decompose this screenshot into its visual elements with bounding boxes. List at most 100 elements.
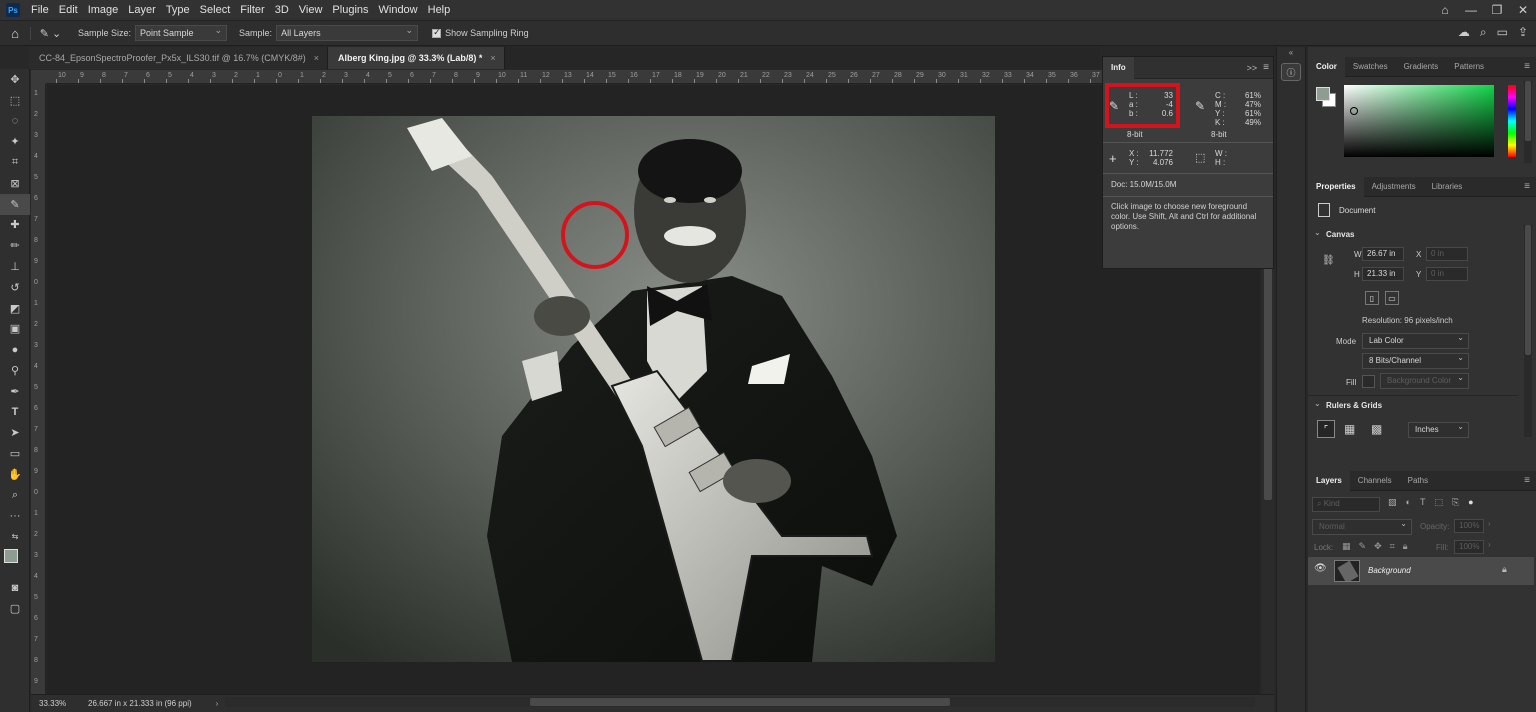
fill-dropdown[interactable]: Background Color [1380,371,1469,389]
tab-libraries[interactable]: Libraries [1424,177,1471,197]
collapse-arrows-icon[interactable]: « [1277,48,1305,57]
lasso-tool-icon[interactable]: ◌ [0,111,30,132]
portrait-orientation-icon[interactable]: ▯ [1365,291,1379,305]
menu-edit[interactable]: Edit [54,0,83,20]
type-filter-icon[interactable]: T [1420,497,1426,508]
canvas-height-field[interactable]: 21.33 in [1362,267,1404,281]
hue-slider[interactable] [1508,85,1516,157]
show-sampling-ring-checkbox[interactable] [432,27,442,38]
lock-image-icon[interactable]: ✎ [1359,541,1367,552]
info-panel-icon[interactable]: ⓘ [1281,63,1301,81]
swap-colors-icon[interactable]: ⇆ [0,527,30,548]
zoom-tool-icon[interactable]: ⌕ [0,485,30,506]
color-swatches[interactable] [0,547,29,577]
menu-select[interactable]: Select [195,0,236,20]
healing-brush-tool-icon[interactable]: ✚ [0,215,30,236]
menu-view[interactable]: View [294,0,328,20]
cloud-icon[interactable]: ☁ [1458,25,1470,40]
fill-chevron-icon[interactable]: › [1488,540,1491,549]
tab-alberg-king[interactable]: Alberg King.jpg @ 33.3% (Lab/8) * × [328,47,505,69]
rulers-chevron-icon[interactable]: ⌄ [1314,399,1321,408]
hand-tool-icon[interactable]: ✋ [0,464,30,485]
horizontal-scrollbar-thumb[interactable] [530,698,950,706]
eraser-tool-icon[interactable]: ◩ [0,298,30,319]
link-dimensions-icon[interactable]: ⛓ [1322,255,1335,266]
ruler-icon[interactable]: ⌜ [1317,420,1335,438]
menu-3d[interactable]: 3D [270,0,294,20]
color-picker-cursor[interactable] [1350,107,1358,115]
more-tools-icon[interactable]: ··· [0,506,30,527]
frame-tool-icon[interactable]: ⊠ [0,173,30,194]
ruler-units-dropdown[interactable]: Inches [1408,420,1469,438]
canvas-y-field[interactable]: 0 in [1426,267,1468,281]
sample-select[interactable]: All Layers [276,23,419,41]
magic-wand-tool-icon[interactable]: ✦ [0,131,30,152]
minimize-icon[interactable]: — [1458,3,1484,17]
lock-artboard-icon[interactable]: ⌗ [1390,541,1395,552]
menu-type[interactable]: Type [161,0,195,20]
close-tab-icon[interactable]: × [314,47,319,69]
vertical-scrollbar-thumb[interactable] [1264,230,1272,500]
home-icon[interactable]: ⌂ [0,26,30,41]
pixel-grid-icon[interactable]: ▩ [1371,422,1382,436]
smart-object-filter-icon[interactable]: ⎘ [1452,497,1459,508]
marquee-tool-icon[interactable]: ⬚ [0,90,30,111]
brush-tool-icon[interactable]: ✏ [0,235,30,256]
dodge-tool-icon[interactable]: ⚲ [0,360,30,381]
adjustment-filter-icon[interactable]: ◐ [1406,497,1411,508]
lock-position-icon[interactable]: ✥ [1374,541,1382,552]
properties-scrollbar[interactable] [1524,225,1532,437]
document-image[interactable] [312,116,995,662]
menu-help[interactable]: Help [423,0,456,20]
tab-gradients[interactable]: Gradients [1396,57,1447,77]
panel-expand-icon[interactable]: >> [1247,63,1258,73]
tab-paths[interactable]: Paths [1400,471,1436,491]
tab-adjustments[interactable]: Adjustments [1364,177,1424,197]
learn-icon[interactable]: ⌂ [1432,3,1458,17]
gradient-tool-icon[interactable]: ▣ [0,319,30,340]
document-size-info[interactable]: 26.667 in x 21.333 in (96 ppi) [88,699,192,708]
close-icon[interactable]: ✕ [1510,3,1536,17]
tab-channels[interactable]: Channels [1350,471,1400,491]
shape-filter-icon[interactable]: ⬚ [1434,497,1443,508]
quick-mask-icon[interactable]: ◙ [0,577,30,598]
eyedropper-preset-icon[interactable]: ✎ ⌄ [30,26,70,40]
menu-file[interactable]: File [26,0,54,20]
lock-transparent-icon[interactable]: ▦ [1342,541,1351,552]
tab-patterns[interactable]: Patterns [1446,57,1492,77]
canvas-x-field[interactable]: 0 in [1426,247,1468,261]
path-selection-tool-icon[interactable]: ➤ [0,423,30,444]
ruler-origin[interactable] [31,70,46,84]
menu-layer[interactable]: Layer [123,0,161,20]
tab-info[interactable]: Info [1103,56,1134,79]
pen-tool-icon[interactable]: ✒ [0,381,30,402]
share-icon[interactable]: ⇪ [1518,25,1528,40]
opacity-field[interactable]: 100% [1454,519,1484,533]
eyedropper-tool-icon[interactable]: ✎ [0,193,30,215]
layer-row-background[interactable]: 👁︎ Background 🔒︎ [1308,557,1534,585]
search-icon[interactable]: ⌕ [1480,25,1487,40]
color-fg-swatch[interactable] [1316,87,1330,101]
tab-cc84-document[interactable]: CC-84_EpsonSpectroProofer_Px5x_ILS30.tif… [29,47,329,69]
pixel-filter-icon[interactable]: ▨ [1388,497,1397,508]
landscape-orientation-icon[interactable]: ▭ [1385,291,1399,305]
bit-depth-dropdown[interactable]: 8 Bits/Channel [1362,351,1469,369]
blend-mode-dropdown[interactable]: Normal [1312,517,1412,535]
close-tab-icon[interactable]: × [490,47,495,69]
blur-tool-icon[interactable]: ● [0,339,30,360]
status-menu-icon[interactable]: › [216,699,219,708]
zoom-level[interactable]: 33.33% [39,699,84,708]
canvas-chevron-icon[interactable]: ⌄ [1314,228,1321,237]
layer-kind-filter[interactable]: ⌕ Kind [1312,497,1380,512]
color-field[interactable] [1344,85,1494,157]
color-mode-dropdown[interactable]: Lab Color [1362,331,1469,349]
move-tool-icon[interactable]: ✥ [0,69,30,90]
grid-icon[interactable]: ▦ [1344,422,1355,436]
panel-menu-icon[interactable]: ≡ [1263,62,1269,73]
vertical-ruler[interactable]: 1 2 3 4 5 6 7 8 9 0 1 2 3 4 5 6 7 8 9 0 1 2 3 4 5 6 7 8 9 [31,84,46,694]
fill-color-swatch[interactable] [1362,375,1375,388]
tab-layers[interactable]: Layers [1308,470,1350,491]
panel-menu-icon[interactable]: ≡ [1524,181,1530,192]
tab-properties[interactable]: Properties [1308,176,1364,197]
sample-size-select[interactable]: Point Sample [135,23,228,41]
